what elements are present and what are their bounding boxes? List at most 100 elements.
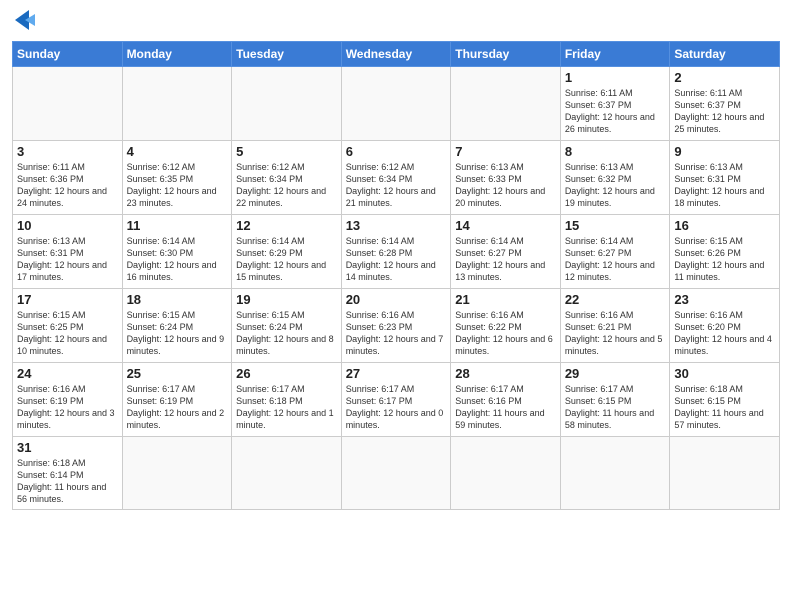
calendar-table: SundayMondayTuesdayWednesdayThursdayFrid… bbox=[12, 41, 780, 510]
day-info: Sunrise: 6:13 AM Sunset: 6:32 PM Dayligh… bbox=[565, 161, 666, 210]
day-number: 21 bbox=[455, 292, 556, 307]
calendar-cell: 22 Sunrise: 6:16 AM Sunset: 6:21 PM Dayli… bbox=[560, 289, 670, 363]
day-info: Sunrise: 6:17 AM Sunset: 6:18 PM Dayligh… bbox=[236, 383, 337, 432]
day-number: 30 bbox=[674, 366, 775, 381]
calendar-cell bbox=[232, 67, 342, 141]
day-number: 2 bbox=[674, 70, 775, 85]
calendar-cell bbox=[13, 67, 123, 141]
weekday-header-friday: Friday bbox=[560, 42, 670, 67]
day-number: 8 bbox=[565, 144, 666, 159]
day-info: Sunrise: 6:14 AM Sunset: 6:30 PM Dayligh… bbox=[127, 235, 228, 284]
weekday-header-row: SundayMondayTuesdayWednesdayThursdayFrid… bbox=[13, 42, 780, 67]
calendar-cell: 7 Sunrise: 6:13 AM Sunset: 6:33 PM Daylig… bbox=[451, 141, 561, 215]
day-number: 27 bbox=[346, 366, 447, 381]
calendar-week-row: 17 Sunrise: 6:15 AM Sunset: 6:25 PM Dayli… bbox=[13, 289, 780, 363]
day-info: Sunrise: 6:14 AM Sunset: 6:29 PM Dayligh… bbox=[236, 235, 337, 284]
calendar-cell: 21Sunrise: 6:16 AM Sunset: 6:22 PM Dayli… bbox=[451, 289, 561, 363]
day-number: 31 bbox=[17, 440, 118, 455]
calendar-cell: 17 Sunrise: 6:15 AM Sunset: 6:25 PM Dayli… bbox=[13, 289, 123, 363]
calendar-cell bbox=[122, 437, 232, 510]
calendar-cell: 13Sunrise: 6:14 AM Sunset: 6:28 PM Dayli… bbox=[341, 215, 451, 289]
day-info: Sunrise: 6:15 AM Sunset: 6:24 PM Dayligh… bbox=[127, 309, 228, 358]
day-info: Sunrise: 6:13 AM Sunset: 6:31 PM Dayligh… bbox=[674, 161, 775, 210]
day-number: 11 bbox=[127, 218, 228, 233]
calendar-cell: 15 Sunrise: 6:14 AM Sunset: 6:27 PM Dayli… bbox=[560, 215, 670, 289]
calendar-cell: 16Sunrise: 6:15 AM Sunset: 6:26 PM Dayli… bbox=[670, 215, 780, 289]
day-info: Sunrise: 6:12 AM Sunset: 6:35 PM Dayligh… bbox=[127, 161, 228, 210]
day-info: Sunrise: 6:17 AM Sunset: 6:15 PM Dayligh… bbox=[565, 383, 666, 432]
day-number: 10 bbox=[17, 218, 118, 233]
calendar-cell: 11 Sunrise: 6:14 AM Sunset: 6:30 PM Dayli… bbox=[122, 215, 232, 289]
day-info: Sunrise: 6:15 AM Sunset: 6:24 PM Dayligh… bbox=[236, 309, 337, 358]
weekday-header-thursday: Thursday bbox=[451, 42, 561, 67]
day-info: Sunrise: 6:15 AM Sunset: 6:25 PM Dayligh… bbox=[17, 309, 118, 358]
day-number: 9 bbox=[674, 144, 775, 159]
day-number: 15 bbox=[565, 218, 666, 233]
day-number: 23 bbox=[674, 292, 775, 307]
calendar-cell bbox=[670, 437, 780, 510]
day-number: 19 bbox=[236, 292, 337, 307]
calendar-cell: 3Sunrise: 6:11 AM Sunset: 6:36 PM Daylig… bbox=[13, 141, 123, 215]
day-number: 13 bbox=[346, 218, 447, 233]
day-info: Sunrise: 6:13 AM Sunset: 6:33 PM Dayligh… bbox=[455, 161, 556, 210]
day-number: 16 bbox=[674, 218, 775, 233]
calendar-cell: 4Sunrise: 6:12 AM Sunset: 6:35 PM Daylig… bbox=[122, 141, 232, 215]
calendar-cell: 5Sunrise: 6:12 AM Sunset: 6:34 PM Daylig… bbox=[232, 141, 342, 215]
calendar-cell: 26 Sunrise: 6:17 AM Sunset: 6:18 PM Dayli… bbox=[232, 363, 342, 437]
weekday-header-monday: Monday bbox=[122, 42, 232, 67]
day-info: Sunrise: 6:17 AM Sunset: 6:19 PM Dayligh… bbox=[127, 383, 228, 432]
day-number: 3 bbox=[17, 144, 118, 159]
calendar-cell: 30 Sunrise: 6:18 AM Sunset: 6:15 PM Dayli… bbox=[670, 363, 780, 437]
day-info: Sunrise: 6:18 AM Sunset: 6:14 PM Dayligh… bbox=[17, 457, 118, 506]
day-number: 1 bbox=[565, 70, 666, 85]
calendar-week-row: 10 Sunrise: 6:13 AM Sunset: 6:31 PM Dayli… bbox=[13, 215, 780, 289]
day-number: 20 bbox=[346, 292, 447, 307]
day-number: 29 bbox=[565, 366, 666, 381]
calendar-cell: 2 Sunrise: 6:11 AM Sunset: 6:37 PM Daylig… bbox=[670, 67, 780, 141]
calendar-cell: 6Sunrise: 6:12 AM Sunset: 6:34 PM Daylig… bbox=[341, 141, 451, 215]
logo bbox=[12, 10, 37, 35]
day-number: 22 bbox=[565, 292, 666, 307]
day-info: Sunrise: 6:12 AM Sunset: 6:34 PM Dayligh… bbox=[236, 161, 337, 210]
day-info: Sunrise: 6:16 AM Sunset: 6:21 PM Dayligh… bbox=[565, 309, 666, 358]
calendar-cell: 23 Sunrise: 6:16 AM Sunset: 6:20 PM Dayli… bbox=[670, 289, 780, 363]
calendar-cell: 9 Sunrise: 6:13 AM Sunset: 6:31 PM Daylig… bbox=[670, 141, 780, 215]
day-info: Sunrise: 6:14 AM Sunset: 6:27 PM Dayligh… bbox=[455, 235, 556, 284]
calendar-cell bbox=[122, 67, 232, 141]
day-info: Sunrise: 6:16 AM Sunset: 6:19 PM Dayligh… bbox=[17, 383, 118, 432]
calendar-cell: 25Sunrise: 6:17 AM Sunset: 6:19 PM Dayli… bbox=[122, 363, 232, 437]
day-info: Sunrise: 6:14 AM Sunset: 6:27 PM Dayligh… bbox=[565, 235, 666, 284]
calendar-cell: 29 Sunrise: 6:17 AM Sunset: 6:15 PM Dayli… bbox=[560, 363, 670, 437]
calendar-cell: 10 Sunrise: 6:13 AM Sunset: 6:31 PM Dayli… bbox=[13, 215, 123, 289]
day-info: Sunrise: 6:18 AM Sunset: 6:15 PM Dayligh… bbox=[674, 383, 775, 432]
calendar-cell: 19 Sunrise: 6:15 AM Sunset: 6:24 PM Dayli… bbox=[232, 289, 342, 363]
day-info: Sunrise: 6:13 AM Sunset: 6:31 PM Dayligh… bbox=[17, 235, 118, 284]
calendar-cell bbox=[560, 437, 670, 510]
calendar-cell: 20Sunrise: 6:16 AM Sunset: 6:23 PM Dayli… bbox=[341, 289, 451, 363]
day-number: 17 bbox=[17, 292, 118, 307]
day-number: 12 bbox=[236, 218, 337, 233]
calendar-week-row: 3Sunrise: 6:11 AM Sunset: 6:36 PM Daylig… bbox=[13, 141, 780, 215]
day-number: 18 bbox=[127, 292, 228, 307]
weekday-header-sunday: Sunday bbox=[13, 42, 123, 67]
calendar-page: SundayMondayTuesdayWednesdayThursdayFrid… bbox=[0, 0, 792, 520]
day-info: Sunrise: 6:16 AM Sunset: 6:20 PM Dayligh… bbox=[674, 309, 775, 358]
weekday-header-saturday: Saturday bbox=[670, 42, 780, 67]
header bbox=[12, 10, 780, 35]
day-number: 26 bbox=[236, 366, 337, 381]
day-info: Sunrise: 6:11 AM Sunset: 6:37 PM Dayligh… bbox=[674, 87, 775, 136]
calendar-cell bbox=[451, 437, 561, 510]
day-number: 24 bbox=[17, 366, 118, 381]
day-info: Sunrise: 6:11 AM Sunset: 6:37 PM Dayligh… bbox=[565, 87, 666, 136]
day-number: 7 bbox=[455, 144, 556, 159]
calendar-cell: 27Sunrise: 6:17 AM Sunset: 6:17 PM Dayli… bbox=[341, 363, 451, 437]
logo-icon bbox=[15, 10, 37, 35]
calendar-cell: 18 Sunrise: 6:15 AM Sunset: 6:24 PM Dayli… bbox=[122, 289, 232, 363]
calendar-cell: 24 Sunrise: 6:16 AM Sunset: 6:19 PM Dayli… bbox=[13, 363, 123, 437]
calendar-cell: 31 Sunrise: 6:18 AM Sunset: 6:14 PM Dayli… bbox=[13, 437, 123, 510]
calendar-week-row: 1 Sunrise: 6:11 AM Sunset: 6:37 PM Daylig… bbox=[13, 67, 780, 141]
calendar-cell bbox=[341, 67, 451, 141]
day-info: Sunrise: 6:17 AM Sunset: 6:16 PM Dayligh… bbox=[455, 383, 556, 432]
day-info: Sunrise: 6:12 AM Sunset: 6:34 PM Dayligh… bbox=[346, 161, 447, 210]
calendar-cell bbox=[341, 437, 451, 510]
